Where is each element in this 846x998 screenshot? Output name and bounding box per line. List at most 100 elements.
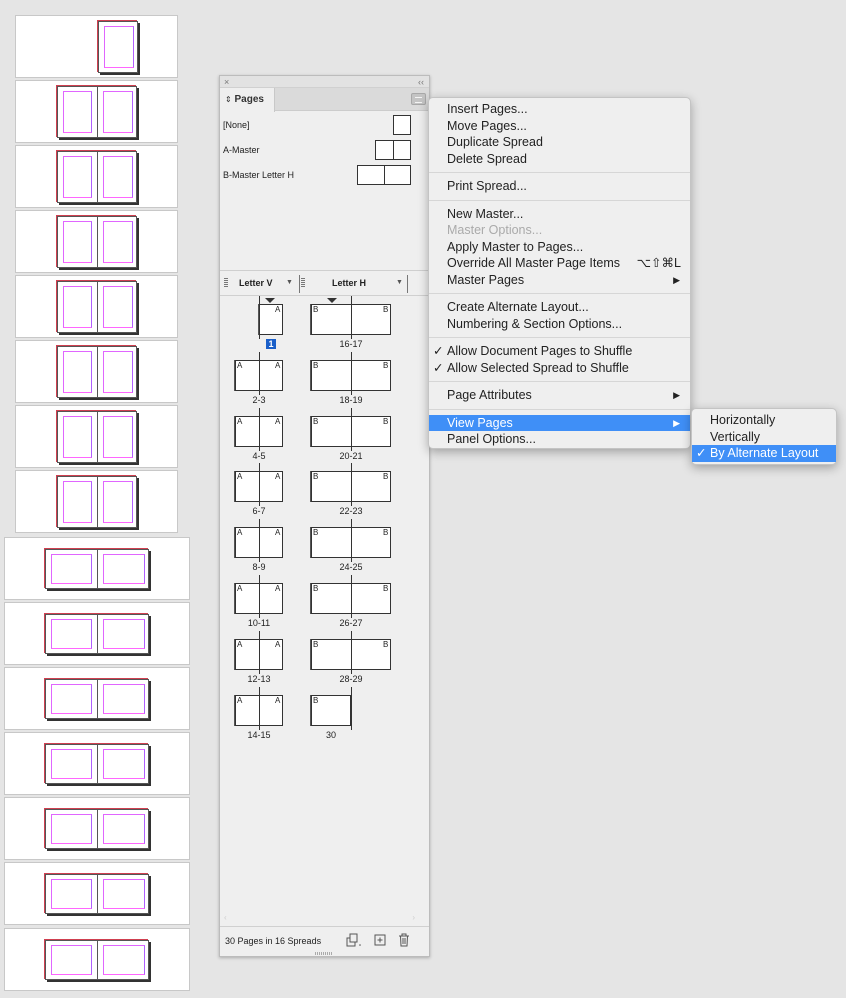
drag-handle-icon[interactable] [301, 278, 305, 287]
page-size-icon[interactable] [346, 933, 361, 947]
canvas-spread-thumbnail[interactable] [15, 405, 178, 468]
trash-icon[interactable] [397, 933, 411, 947]
tab-pages[interactable]: ⇕ Pages [220, 88, 275, 112]
canvas-spread-thumbnail[interactable] [4, 602, 190, 665]
page-spread[interactable]: B B 28-29 [220, 630, 429, 691]
canvas-spread-thumbnail[interactable] [15, 275, 178, 338]
scroll-left-icon[interactable]: ‹ [224, 913, 227, 922]
chevron-down-icon[interactable]: ▼ [396, 271, 403, 295]
drag-handle-icon[interactable] [224, 278, 228, 287]
chevron-down-icon[interactable]: ▼ [286, 271, 293, 295]
page-spread[interactable]: B B 26-27 [220, 575, 429, 635]
menu-item-numbering-section-options[interactable]: Numbering & Section Options... [429, 316, 690, 333]
canvas-page [46, 941, 98, 979]
canvas-spread-thumbnail[interactable] [4, 862, 190, 925]
menu-item-allow-selected-spread-to-shuffle[interactable]: ✓ Allow Selected Spread to Shuffle [429, 360, 690, 377]
page-number-label[interactable]: 26-27 [321, 618, 381, 628]
margin-guide [63, 91, 92, 133]
menu-item-apply-master-to-pages[interactable]: Apply Master to Pages... [429, 239, 690, 256]
page-spread[interactable]: B B 20-21 [220, 407, 429, 468]
column-letter-v[interactable]: Letter V ▼ [239, 271, 297, 295]
page-spread[interactable]: B 30 [220, 686, 429, 747]
new-page-icon[interactable] [373, 933, 387, 947]
menu-item-insert-pages[interactable]: Insert Pages... [429, 101, 690, 118]
canvas-spread-thumbnail[interactable] [15, 210, 178, 273]
canvas-spread-thumbnail[interactable] [15, 80, 178, 143]
panel-titlebar[interactable]: × ‹‹ [220, 76, 429, 88]
resize-handle[interactable] [315, 952, 333, 955]
page-number-label[interactable]: 20-21 [321, 451, 381, 461]
shortcut-label: ⌥⇧⌘L [636, 256, 681, 270]
close-icon[interactable]: × [224, 76, 229, 88]
layout-column-headers: Letter V ▼ Letter H ▼ [220, 271, 429, 296]
margin-guide [51, 554, 92, 584]
canvas-spread-thumbnail[interactable] [15, 145, 178, 208]
canvas-page [98, 745, 150, 783]
canvas-spread-thumbnail[interactable] [4, 797, 190, 860]
submenu-item-by-alternate-layout[interactable]: ✓ By Alternate Layout [692, 445, 836, 462]
master-item[interactable]: [None] [223, 115, 411, 137]
page-spread[interactable]: B B 18-19 [220, 351, 429, 412]
master-item[interactable]: A-Master [223, 140, 411, 162]
menu-item-view-pages[interactable]: View Pages ▶ [429, 414, 690, 431]
canvas-page [58, 87, 98, 137]
page-spread[interactable]: B B 24-25 [220, 519, 429, 579]
canvas-spread-thumbnail[interactable] [4, 928, 190, 991]
page-number-label[interactable]: 18-19 [321, 395, 381, 405]
master-prefix: B [313, 584, 319, 593]
master-item[interactable]: B-Master Letter H [223, 165, 411, 187]
menu-item-delete-spread[interactable]: Delete Spread [429, 151, 690, 168]
canvas-spread-thumbnail[interactable] [15, 470, 178, 533]
page-spread[interactable]: B B 16-17 [220, 296, 429, 356]
submenu-item-horizontally[interactable]: Horizontally [692, 412, 836, 429]
menu-item-allow-document-pages-to-shuffle[interactable]: ✓ Allow Document Pages to Shuffle [429, 343, 690, 360]
page-number-text: 24-25 [339, 562, 363, 573]
page-number-label[interactable]: 30 [301, 730, 361, 740]
scroll-right-icon[interactable]: › [412, 913, 415, 922]
margin-guide [63, 156, 92, 198]
column-divider[interactable] [299, 275, 300, 293]
master-label: B-Master Letter H [223, 170, 295, 180]
margin-guide [63, 416, 92, 458]
submenu-item-vertically[interactable]: Vertically [692, 429, 836, 446]
canvas-spread [45, 940, 149, 980]
master-thumbnail[interactable] [357, 165, 411, 185]
menu-item-page-attributes[interactable]: Page Attributes ▶ [429, 387, 690, 404]
panel-footer: 30 Pages in 16 Spreads [220, 926, 429, 956]
spine-line [351, 575, 352, 618]
menu-item-label: Page Attributes [447, 388, 532, 402]
horizontal-scrollbar[interactable]: ‹ › [220, 913, 429, 923]
canvas-spread-thumbnail[interactable] [4, 667, 190, 730]
submenu-item-label: Vertically [710, 429, 761, 444]
page-number-label[interactable]: 16-17 [321, 339, 381, 349]
menu-item-new-master[interactable]: New Master... [429, 206, 690, 223]
column-divider[interactable] [407, 275, 408, 293]
master-thumbnail[interactable] [393, 115, 411, 135]
page-number-label[interactable]: 28-29 [321, 674, 381, 684]
menu-item-panel-options[interactable]: Panel Options... [429, 431, 690, 448]
page-spread[interactable]: B B 22-23 [220, 463, 429, 523]
menu-item-duplicate-spread[interactable]: Duplicate Spread [429, 134, 690, 151]
canvas-spread-thumbnail[interactable] [4, 537, 190, 600]
canvas-page [98, 680, 150, 718]
canvas-spread-thumbnail[interactable] [4, 732, 190, 795]
menu-item-override-all-master-page-items[interactable]: Override All Master Page Items ⌥⇧⌘L [429, 255, 690, 272]
column-letter-h[interactable]: Letter H ▼ [332, 271, 406, 295]
canvas-spread-thumbnail[interactable] [15, 15, 178, 78]
master-thumbnail[interactable] [375, 140, 411, 160]
panel-menu-button[interactable] [411, 93, 426, 105]
master-prefix: B [313, 360, 319, 370]
menu-item-label: Allow Document Pages to Shuffle [447, 344, 633, 358]
menu-item-create-alternate-layout[interactable]: Create Alternate Layout... [429, 299, 690, 316]
margin-guide [103, 351, 133, 393]
margin-guide [103, 416, 133, 458]
canvas-spread-thumbnail[interactable] [15, 340, 178, 403]
menu-item-master-pages[interactable]: Master Pages ▶ [429, 272, 690, 289]
page-number-label[interactable]: 22-23 [321, 506, 381, 516]
spine-line [351, 351, 352, 395]
menu-item-print-spread[interactable]: Print Spread... [429, 178, 690, 195]
menu-item-move-pages[interactable]: Move Pages... [429, 118, 690, 135]
collapse-icon[interactable]: ‹‹ [418, 76, 424, 88]
page-number-label[interactable]: 24-25 [321, 562, 381, 572]
margin-guide [103, 879, 145, 909]
